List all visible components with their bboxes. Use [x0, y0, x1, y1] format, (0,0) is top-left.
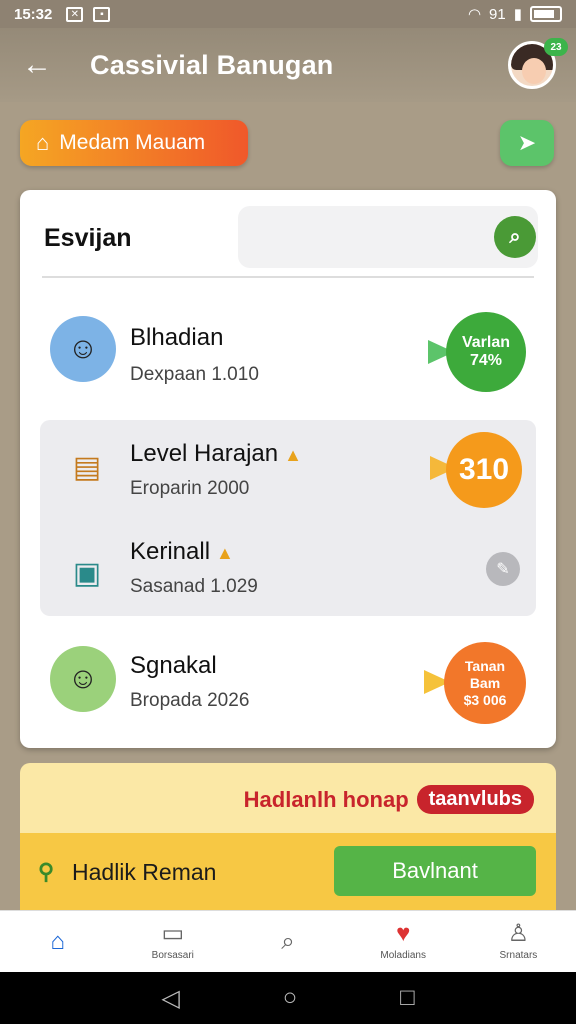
- avatar-badge: 23: [544, 38, 568, 56]
- promo-pill: taanvlubs: [416, 785, 534, 814]
- back-arrow-icon[interactable]: ←: [20, 48, 54, 82]
- promo-banner: Hadlanlh honap taanvlubs ⚲ Hadlik Reman …: [20, 763, 556, 911]
- price-badge[interactable]: Tanan Bam $3 006: [444, 642, 526, 724]
- promo-headline-row: Hadlanlh honap taanvlubs: [244, 785, 534, 814]
- level-badge[interactable]: 310: [446, 432, 522, 508]
- item-icon-box: ▣: [72, 556, 102, 590]
- promo-button[interactable]: Bavlnant: [334, 846, 536, 896]
- page-title: Cassivial Banugan: [90, 49, 334, 80]
- nav-label: Moladians: [380, 950, 426, 961]
- item-name: Sgnakal: [130, 652, 217, 679]
- battery-icon: [530, 6, 562, 22]
- app-header: ← Cassivial Banugan: [0, 28, 576, 102]
- badge-line: Bam: [469, 674, 501, 691]
- warning-icon: ▲: [284, 445, 302, 465]
- signal-icon: 91: [489, 5, 506, 23]
- pencil-icon: ✎: [496, 561, 510, 578]
- notification-icon: ▪: [93, 6, 111, 22]
- back-triangle-icon[interactable]: ◁: [161, 984, 179, 1013]
- status-badge[interactable]: Varlan 74%: [446, 312, 526, 392]
- system-nav-bar: ◁ ○ □: [0, 972, 576, 1024]
- item-name: Level Harajan ▲: [130, 440, 302, 468]
- status-time: 15:32: [14, 5, 53, 23]
- badge-line: $3 006: [463, 691, 507, 708]
- item-name-text: Level Harajan: [130, 440, 279, 467]
- nav-label: Borsasari: [151, 950, 194, 961]
- chat-icon: ▭: [161, 920, 185, 947]
- item-icon-character: ☺: [50, 316, 116, 382]
- status-right: ◠ 91 ▮: [468, 5, 562, 23]
- badge-line: 74%: [469, 352, 503, 369]
- item-sub: Eroparin 2000: [130, 478, 250, 499]
- item-name: Blhadian: [130, 324, 224, 351]
- divider: [42, 276, 534, 278]
- pin-icon: ⚲: [38, 859, 55, 884]
- home-icon: ⌂: [50, 927, 65, 955]
- nav-item-moladians[interactable]: ♥ Moladians: [346, 911, 461, 972]
- nav-item-search[interactable]: ⌕: [230, 911, 345, 972]
- nav-item-home[interactable]: ⌂: [0, 911, 115, 972]
- search-icon: ⌕: [509, 225, 521, 248]
- nav-item-srnatars[interactable]: ♙ Srnatars: [461, 911, 576, 972]
- send-button[interactable]: ➤: [500, 120, 554, 166]
- heart-chat-icon: ♥: [396, 920, 411, 947]
- notification-icon: ✕: [66, 6, 84, 22]
- promo-headline: Hadlanlh honap: [243, 786, 409, 812]
- wifi-icon: ◠: [467, 6, 482, 23]
- search-input[interactable]: [238, 206, 538, 268]
- item-name: Kerinall ▲: [130, 538, 234, 566]
- location-chip[interactable]: ⌂ Medam Mauam: [20, 120, 248, 166]
- badge-line: Tanan: [464, 657, 506, 674]
- recents-square-icon[interactable]: □: [400, 984, 415, 1012]
- list-card: Esvijan ⌕ ☺ Blhadian Dexpaan 1.010 Varla…: [20, 190, 556, 748]
- avatar-face: [522, 58, 546, 84]
- nav-label: Srnatars: [499, 950, 538, 961]
- edit-button[interactable]: ✎: [486, 552, 520, 586]
- send-icon: ➤: [517, 130, 537, 155]
- promo-label: Hadlik Reman: [72, 859, 217, 885]
- home-circle-icon[interactable]: ○: [283, 984, 298, 1012]
- bottom-nav: ⌂ ▭ Borsasari ⌕ ♥ Moladians ♙ Srnatars: [0, 910, 576, 972]
- sim-icon: ▮: [513, 6, 522, 23]
- search-icon: ⌕: [281, 927, 295, 955]
- badge-line: Varlan: [461, 334, 511, 351]
- nav-item-borsasari[interactable]: ▭ Borsasari: [115, 911, 230, 972]
- status-bar: 15:32 ✕ ▪ ◠ 91 ▮: [0, 0, 576, 28]
- item-sub: Dexpaan 1.010: [130, 364, 259, 385]
- chip-label: Medam Mauam: [59, 131, 206, 154]
- item-icon-chest: ▤: [72, 450, 102, 484]
- home-icon: ⌂: [36, 130, 50, 155]
- item-icon-character: ☺: [50, 646, 116, 712]
- profile-icon: ♙: [507, 920, 530, 947]
- search-button[interactable]: ⌕: [494, 216, 536, 258]
- card-title: Esvijan: [44, 224, 132, 252]
- warning-icon: ▲: [216, 543, 234, 563]
- item-sub: Bropada 2026: [130, 690, 250, 711]
- item-sub: Sasanad 1.029: [130, 576, 258, 597]
- item-name-text: Kerinall: [130, 538, 211, 565]
- badge-line: 310: [458, 453, 510, 486]
